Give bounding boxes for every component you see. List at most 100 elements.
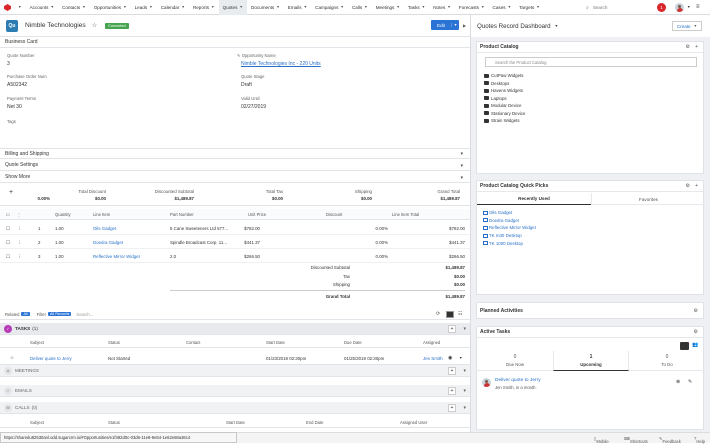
chevron-down-icon[interactable]: ▼ <box>340 5 344 9</box>
collapse-sidepane-icon[interactable]: ▶ <box>463 23 466 28</box>
nav-item-notes[interactable]: Notes ▼ <box>429 0 455 15</box>
list-item[interactable]: Modular Device <box>484 102 525 110</box>
nav-item-campaigns[interactable]: Campaigns ▼ <box>311 0 348 15</box>
favorite-star-icon[interactable]: ☆ <box>10 355 14 361</box>
tasks-status-header[interactable]: Status <box>108 340 120 345</box>
tab-to-do[interactable]: 0 To Do <box>629 351 705 371</box>
nav-item-quotes[interactable]: Quotes ▼ <box>218 0 247 15</box>
edit-button[interactable]: Edit ▼ <box>431 20 459 30</box>
product-catalog-search-input[interactable]: Search the Product Catalog <box>485 57 697 67</box>
nav-home-caret[interactable]: ▼ <box>12 0 26 15</box>
chevron-down-icon[interactable]: ▼ <box>460 175 464 180</box>
quantity-header[interactable]: Quantity <box>55 212 71 217</box>
shortcuts-link[interactable]: ⌨ Shortcuts <box>624 436 648 444</box>
chevron-down-icon[interactable]: ▾ <box>463 388 466 394</box>
mobile-link[interactable]: ▯ Mobile <box>594 436 609 444</box>
user-filter-icon[interactable] <box>680 342 689 350</box>
calls-subject-header[interactable]: Subject <box>30 420 44 425</box>
line-item-header[interactable]: Line Item <box>93 212 110 217</box>
dashboard-title[interactable]: Quotes Record Dashboard <box>477 23 551 30</box>
chevron-down-icon[interactable]: ▼ <box>276 5 280 9</box>
nav-item-contacts[interactable]: Contacts ▼ <box>58 0 90 15</box>
nav-item-accounts[interactable]: Accounts ▼ <box>26 0 58 15</box>
nav-item-documents[interactable]: Documents ▼ <box>247 0 284 15</box>
meetings-subpanel-header[interactable]: ▣ MEETINGS + ▾ <box>0 365 470 377</box>
chevron-down-icon[interactable]: ▼ <box>460 151 464 156</box>
add-icon[interactable]: + <box>695 183 698 189</box>
list-item[interactable]: Laptops <box>484 95 525 103</box>
line-item-total-header[interactable]: Line Item Total <box>392 212 419 217</box>
calls-subpanel-header[interactable]: ☎ CALLS (0) + ▾ <box>0 402 470 414</box>
unit-price-header[interactable]: Unit Price <box>248 212 266 217</box>
chevron-down-icon[interactable]: ▼ <box>536 5 540 9</box>
chevron-down-icon[interactable]: ▼ <box>451 23 459 27</box>
active-task-subject-link[interactable]: Deliver quote to Jerry <box>495 378 541 383</box>
add-line-plus-icon[interactable]: + <box>9 189 13 196</box>
edit-task-icon[interactable]: ✎ <box>688 379 692 385</box>
quote-settings-section[interactable]: Quote Settings ▼ <box>0 160 470 171</box>
list-item[interactable]: Doedra Gadget <box>483 217 536 225</box>
chevron-down-icon[interactable]: ▼ <box>555 24 559 28</box>
create-button[interactable]: Create ▼ <box>672 21 702 31</box>
part-number-header[interactable]: Part Number <box>170 212 194 217</box>
list-item[interactable]: Oils Gadget <box>483 209 536 217</box>
nav-item-cases[interactable]: Cases ▼ <box>489 0 516 15</box>
calls-start-header[interactable]: Start Date <box>226 420 245 425</box>
show-more-section[interactable]: Show More ▼ <box>0 172 470 183</box>
chevron-down-icon[interactable]: ▾ <box>463 326 466 332</box>
chevron-down-icon[interactable]: ▼ <box>149 5 153 9</box>
add-call-button[interactable]: + <box>448 403 456 412</box>
help-link[interactable]: ? Help <box>694 436 705 444</box>
nav-item-tasks[interactable]: Tasks ▼ <box>404 0 429 15</box>
list-item[interactable]: Strain Widgets <box>484 117 525 125</box>
select-all-checkbox[interactable]: ☐ <box>6 212 10 217</box>
feedback-link[interactable]: ✎ Feedback <box>659 436 681 444</box>
list-item[interactable]: Desktops <box>484 80 525 88</box>
chevron-down-icon[interactable]: ▼ <box>459 356 463 360</box>
chevron-down-icon[interactable]: ▼ <box>364 5 368 9</box>
filter-all-records-pill[interactable]: All Records <box>47 312 72 316</box>
gear-icon[interactable]: ⚙ <box>686 44 690 50</box>
add-email-button[interactable]: + <box>448 386 456 395</box>
row-line-item-link[interactable]: Reflective Mirror Widget <box>93 254 140 259</box>
add-task-button[interactable]: + <box>448 324 456 333</box>
list-item[interactable]: CutPaw Widgets <box>484 72 525 80</box>
chevron-down-icon[interactable]: ▼ <box>447 5 451 9</box>
chevron-down-icon[interactable]: ▼ <box>123 5 127 9</box>
tasks-contact-header[interactable]: Contact <box>186 340 200 345</box>
row-actions-icon[interactable]: ⋮ <box>17 212 21 217</box>
nav-item-forecasts[interactable]: Forecasts ▼ <box>455 0 489 15</box>
gear-icon[interactable]: ⚙ <box>694 329 698 335</box>
tasks-due-header[interactable]: Due Date <box>344 340 362 345</box>
menu-icon[interactable]: ≡ <box>696 4 700 10</box>
calls-assigned-header[interactable]: Assigned User <box>400 420 427 425</box>
preview-eye-icon[interactable]: ◉ <box>448 355 452 361</box>
tab-due-now[interactable]: 0 Due Now <box>477 351 553 371</box>
list-item[interactable]: TK 1000 Desktop <box>483 239 536 247</box>
chevron-down-icon[interactable]: ▼ <box>181 5 185 9</box>
tasks-assigned-header[interactable]: Assigned <box>423 340 440 345</box>
user-avatar[interactable] <box>675 3 684 12</box>
list-item[interactable]: Reflective Mirror Widget <box>483 224 536 232</box>
sugar-logo-icon[interactable] <box>2 0 12 15</box>
row-checkbox[interactable]: ☐ <box>6 226 10 232</box>
refresh-icon[interactable]: ⟳ <box>436 311 440 317</box>
business-card-header[interactable]: Business Card <box>0 37 470 48</box>
chevron-down-icon[interactable]: ▼ <box>50 5 54 9</box>
notification-badge[interactable]: 1 <box>657 3 666 12</box>
nav-item-opportunities[interactable]: Opportunities ▼ <box>90 0 131 15</box>
nav-item-calendar[interactable]: Calendar ▼ <box>157 0 189 15</box>
calls-end-header[interactable]: End Date <box>306 420 323 425</box>
tasks-start-header[interactable]: Start Date <box>266 340 285 345</box>
favorite-star-icon[interactable]: ☆ <box>92 22 97 29</box>
discount-header[interactable]: Discount <box>326 212 342 217</box>
tab-recently-used[interactable]: Recently Used <box>477 193 591 205</box>
nav-item-leads[interactable]: Leads ▼ <box>131 0 157 15</box>
billing-shipping-section[interactable]: Billing and Shipping ▼ <box>0 148 470 159</box>
list-item[interactable]: Stationary Device <box>484 110 525 118</box>
chevron-down-icon[interactable]: ▼ <box>422 5 426 9</box>
chevron-down-icon[interactable]: ▾ <box>463 368 466 374</box>
nav-item-emails[interactable]: Emails ▼ <box>284 0 311 15</box>
grid-view-icon[interactable]: ☷ <box>458 311 462 317</box>
nav-item-meetings[interactable]: Meetings ▼ <box>372 0 404 15</box>
